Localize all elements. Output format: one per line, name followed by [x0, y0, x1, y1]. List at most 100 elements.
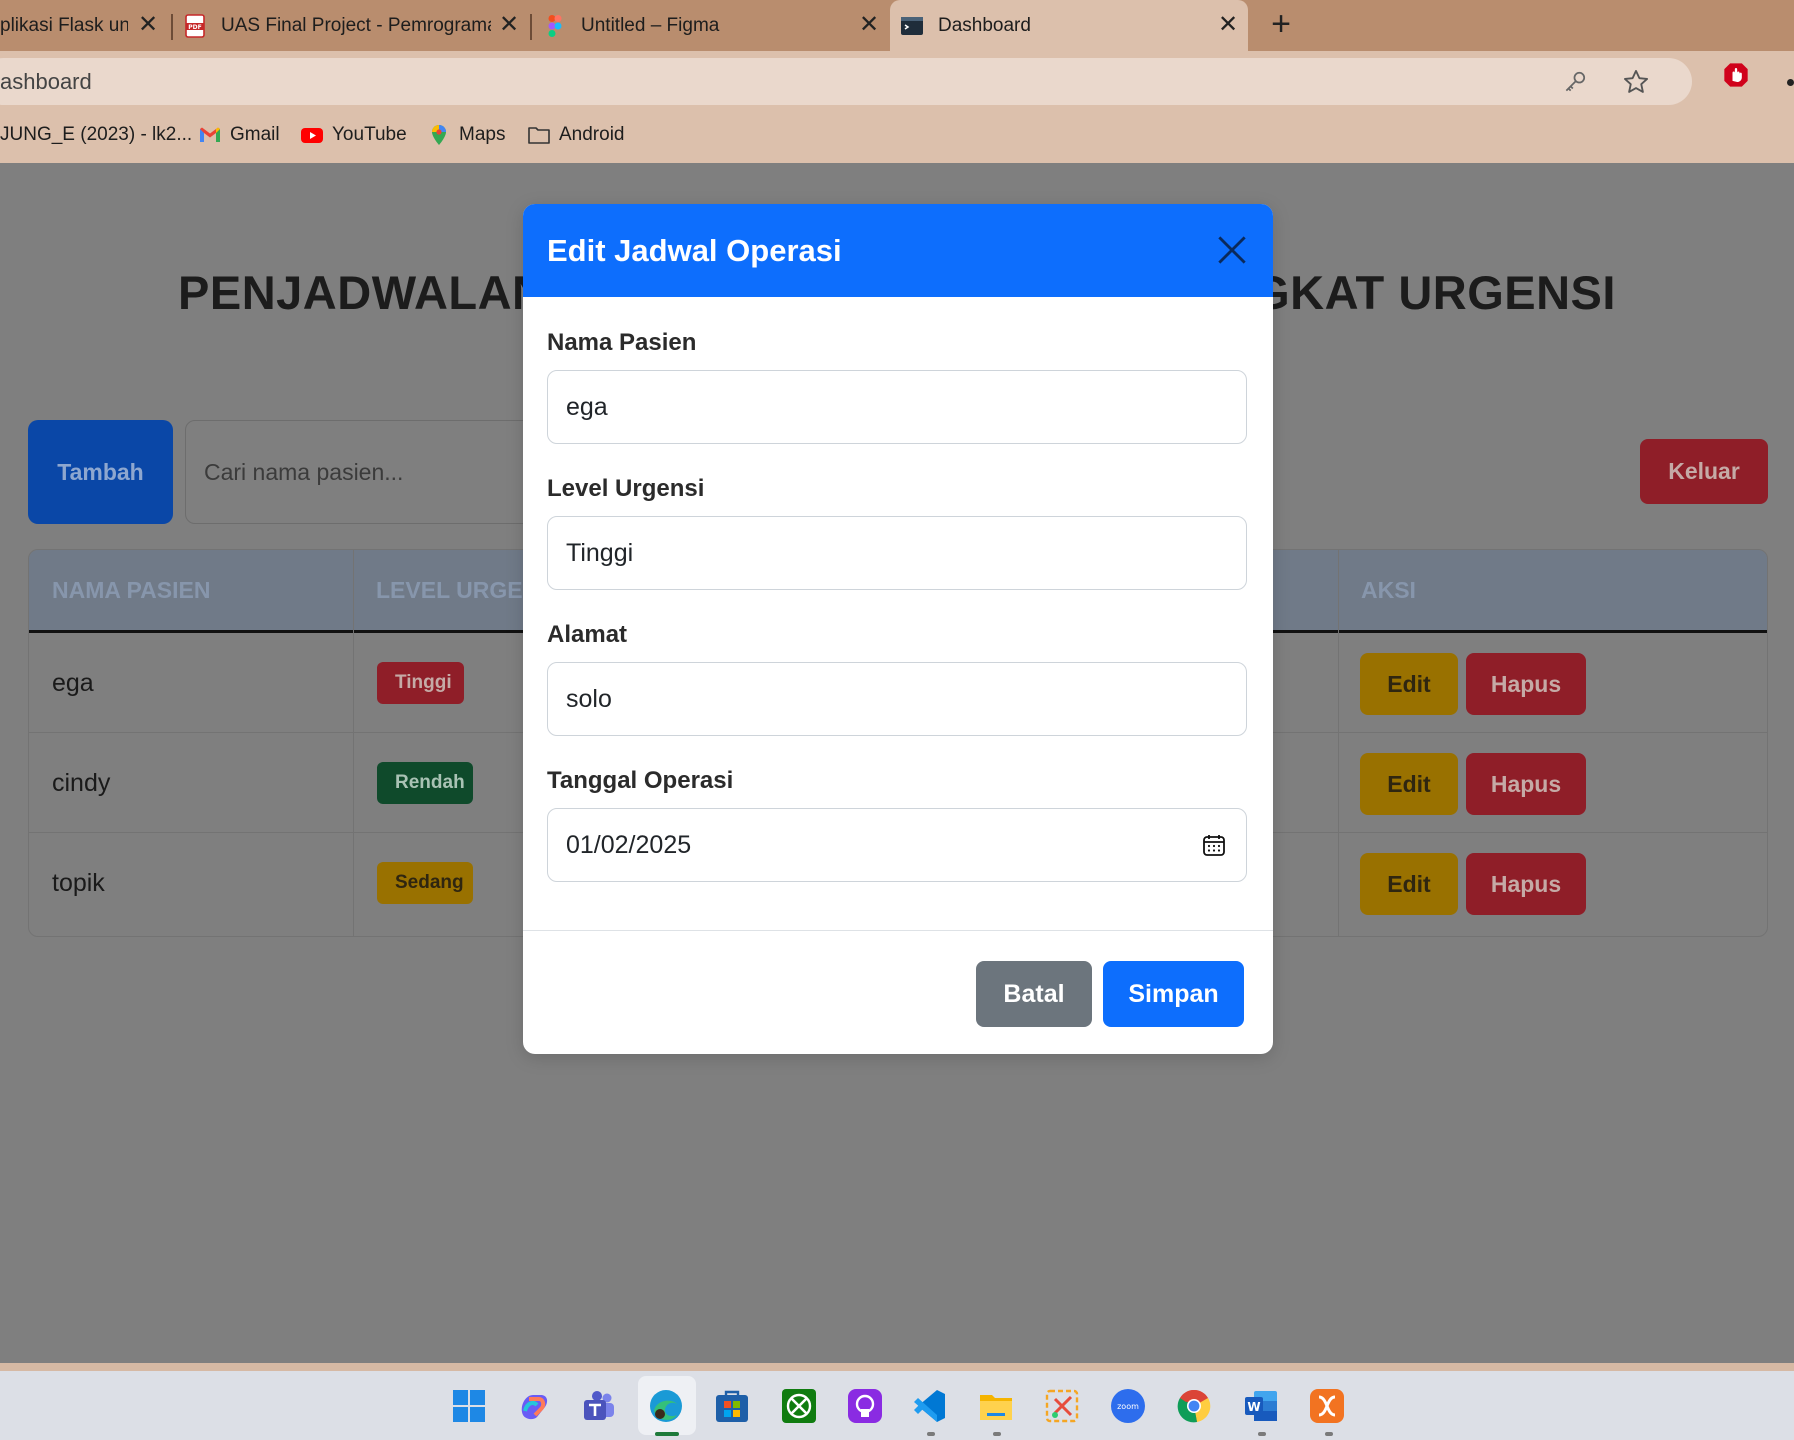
- tab-title: UAS Final Project - Pemrograman: [221, 14, 491, 36]
- patient-name: ega: [52, 669, 94, 697]
- tab-title: Untitled – Figma: [581, 14, 720, 36]
- copilot-icon[interactable]: [515, 1387, 553, 1425]
- folder-icon: [528, 127, 550, 144]
- bookmark-star-icon[interactable]: [1622, 68, 1650, 96]
- bookmark-maps[interactable]: Maps: [427, 117, 505, 153]
- patient-name-field[interactable]: [547, 370, 1247, 444]
- tab-dashboard[interactable]: Dashboard ✕: [890, 0, 1248, 51]
- adblock-icon[interactable]: [1722, 61, 1750, 89]
- snipping-tool-icon[interactable]: [1043, 1387, 1081, 1425]
- tab-figma[interactable]: Untitled – Figma ✕: [543, 0, 889, 51]
- patient-name: topik: [52, 869, 105, 897]
- window-bottom-border: [0, 1363, 1794, 1371]
- close-icon[interactable]: [1213, 231, 1251, 269]
- logout-button[interactable]: Keluar: [1640, 439, 1768, 504]
- modal-footer: Batal Simpan: [523, 930, 1273, 1054]
- operation-date-field[interactable]: 01/02/2025: [547, 808, 1247, 882]
- figma-icon: [548, 14, 562, 37]
- column-divider: [353, 550, 354, 936]
- podcast-app-icon[interactable]: [846, 1387, 884, 1425]
- close-icon[interactable]: ✕: [136, 13, 160, 37]
- pdf-icon: PDF: [185, 13, 205, 38]
- word-icon[interactable]: W: [1242, 1387, 1280, 1425]
- bookmark-label: Android: [559, 124, 625, 145]
- column-header-name: Nama Pasien: [52, 577, 211, 603]
- browser-menu-icon[interactable]: [1787, 79, 1794, 86]
- operation-date-value[interactable]: 01/02/2025: [566, 809, 691, 881]
- windows-start-icon[interactable]: [450, 1387, 488, 1425]
- youtube-icon: [301, 128, 323, 143]
- urgency-badge: Sedang: [377, 862, 473, 904]
- tab-flask-app[interactable]: plikasi Flask untu ✕: [0, 0, 168, 51]
- column-divider: [1338, 550, 1339, 936]
- app-running-indicator: [927, 1432, 935, 1436]
- address-text[interactable]: ashboard: [0, 58, 92, 105]
- edit-button[interactable]: Edit: [1360, 753, 1458, 815]
- browser-toolbar: ashboard JUNG_E (2023) - lk2... Gmail Yo…: [0, 51, 1794, 163]
- svg-text:PDF: PDF: [188, 24, 201, 31]
- file-explorer-icon[interactable]: [977, 1387, 1015, 1425]
- active-app-indicator: [655, 1432, 679, 1436]
- maps-pin-icon: [432, 125, 446, 145]
- zoom-icon[interactable]: zoom: [1109, 1387, 1147, 1425]
- delete-button[interactable]: Hapus: [1466, 653, 1586, 715]
- patient-name-label: Nama Pasien: [547, 329, 697, 356]
- delete-button[interactable]: Hapus: [1466, 853, 1586, 915]
- terminal-icon: [901, 16, 923, 35]
- address-field[interactable]: [547, 662, 1247, 736]
- svg-text:zoom: zoom: [1117, 1402, 1139, 1411]
- tab-title: plikasi Flask untu: [0, 14, 128, 36]
- vscode-icon[interactable]: [910, 1387, 948, 1425]
- teams-icon[interactable]: [580, 1387, 618, 1425]
- windows-taskbar: zoom W: [0, 1371, 1794, 1440]
- svg-text:W: W: [1247, 1400, 1260, 1414]
- app-running-indicator: [993, 1432, 1001, 1436]
- tab-separator: [530, 14, 532, 40]
- xbox-icon[interactable]: [780, 1387, 818, 1425]
- delete-button[interactable]: Hapus: [1466, 753, 1586, 815]
- bookmark-label: YouTube: [332, 124, 407, 145]
- modal-title: Edit Jadwal Operasi: [547, 233, 842, 268]
- cancel-button[interactable]: Batal: [976, 961, 1092, 1027]
- bookmark-label: Maps: [459, 124, 506, 145]
- edit-button[interactable]: Edit: [1360, 653, 1458, 715]
- close-icon[interactable]: ✕: [1216, 13, 1240, 37]
- edge-browser-icon[interactable]: [647, 1387, 685, 1425]
- patient-name: cindy: [52, 769, 111, 797]
- bookmark-jung-e[interactable]: JUNG_E (2023) - lk2...: [0, 117, 192, 153]
- new-tab-button[interactable]: +: [1266, 7, 1296, 41]
- urgency-badge: Rendah: [377, 762, 473, 804]
- app-running-indicator: [1325, 1432, 1333, 1436]
- save-button[interactable]: Simpan: [1103, 961, 1244, 1027]
- search-input[interactable]: [185, 420, 545, 524]
- close-icon[interactable]: ✕: [497, 13, 521, 37]
- xampp-icon[interactable]: [1308, 1387, 1346, 1425]
- browser-tab-strip: plikasi Flask untu ✕ PDF UAS Final Proje…: [0, 0, 1794, 51]
- urgency-level-label: Level Urgensi: [547, 475, 705, 502]
- address-label: Alamat: [547, 621, 628, 648]
- app-running-indicator: [1258, 1432, 1266, 1436]
- microsoft-store-icon[interactable]: [713, 1387, 751, 1425]
- edit-button[interactable]: Edit: [1360, 853, 1458, 915]
- chrome-icon[interactable]: [1175, 1387, 1213, 1425]
- modal-header: Edit Jadwal Operasi: [523, 204, 1273, 297]
- bookmark-gmail[interactable]: Gmail: [198, 117, 280, 153]
- bookmark-label: Gmail: [230, 124, 280, 145]
- close-icon[interactable]: ✕: [857, 13, 881, 37]
- key-icon[interactable]: [1562, 69, 1588, 95]
- tab-uas-final-project[interactable]: PDF UAS Final Project - Pemrograman ✕: [183, 0, 529, 51]
- add-button[interactable]: Tambah: [28, 420, 173, 524]
- gmail-icon: [200, 127, 220, 142]
- calendar-icon[interactable]: [1202, 833, 1226, 857]
- bookmark-label: JUNG_E (2023) - lk2...: [0, 124, 193, 145]
- tab-title: Dashboard: [938, 14, 1031, 36]
- bookmarks-bar: JUNG_E (2023) - lk2... Gmail YouTube Map…: [0, 117, 1794, 153]
- bookmark-youtube[interactable]: YouTube: [300, 117, 407, 153]
- tab-separator: [171, 14, 173, 40]
- urgency-level-field[interactable]: [547, 516, 1247, 590]
- address-bar[interactable]: ashboard: [0, 58, 1692, 105]
- edit-schedule-modal: Edit Jadwal Operasi Nama Pasien Level Ur…: [523, 204, 1273, 1054]
- operation-date-label: Tanggal Operasi: [547, 767, 734, 794]
- bookmark-android-folder[interactable]: Android: [527, 117, 625, 153]
- column-header-action: Aksi: [1361, 577, 1416, 603]
